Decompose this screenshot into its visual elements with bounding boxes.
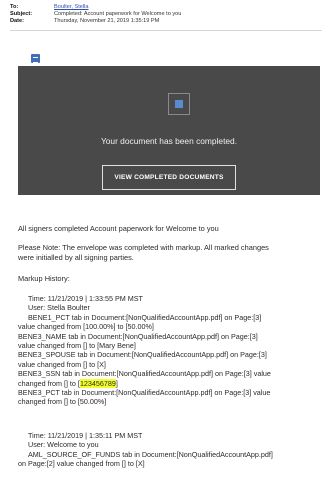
date-row: Date: Thursday, November 21, 2019 1:35:1… <box>10 18 325 25</box>
markup-note: Please Note: The envelope was completed … <box>18 243 328 263</box>
change-line: BENE3_PCT tab in Document:[NonQualifiedA… <box>18 388 271 398</box>
email-header: To: Boulter, Stella Subject: Completed: … <box>10 4 325 26</box>
date-label: Date: <box>10 18 24 25</box>
change-line: value changed from [100.00%] to [50.00%] <box>18 322 154 332</box>
change-line: on Page:[2] value changed from [] to [X] <box>18 459 145 469</box>
change-text: changed from [] to [ <box>18 378 80 388</box>
entry-time: Time: 11/21/2019 | 1:33:55 PM MST <box>28 294 143 303</box>
entry-user: User: Welcome to you <box>28 440 99 450</box>
change-line: value changed from [] to [Mary Bene] <box>18 341 136 351</box>
markup-entry: Time: 11/21/2019 | 1:35:11 PM MST User: … <box>18 431 328 469</box>
entry-user: User: Stella Boulter <box>28 303 90 313</box>
change-line: AML_SOURCE_OF_FUNDS tab in Document:[Non… <box>28 449 273 459</box>
date-value: Thursday, November 21, 2019 1:35:19 PM <box>54 18 160 25</box>
entry-time: Time: 11/21/2019 | 1:35:11 PM MST <box>28 431 143 440</box>
change-line: BENE3_NAME tab in Document:[NonQualified… <box>18 331 258 341</box>
change-line: BENE1_PCT tab in Document:[NonQualifiedA… <box>28 312 262 322</box>
change-text: ] <box>115 378 118 388</box>
subject-label: Subject: <box>10 11 33 18</box>
markup-entry: Time: 11/21/2019 | 1:33:55 PM MST User: … <box>18 294 328 407</box>
header-divider <box>10 30 322 31</box>
document-logo-icon <box>31 54 40 63</box>
subject-value: Completed: Account paperwork for Welcome… <box>54 11 182 18</box>
markup-note-line-1: Please Note: The envelope was completed … <box>18 243 269 252</box>
change-line: BENE3_SPOUSE tab in Document:[NonQualifi… <box>18 350 267 360</box>
view-completed-documents-button[interactable]: VIEW COMPLETED DOCUMENTS <box>102 165 236 190</box>
change-line: changed from [] to [123456789] <box>18 378 328 388</box>
to-row: To: Boulter, Stella <box>10 4 325 11</box>
subject-row: Subject: Completed: Account paperwork fo… <box>10 11 325 18</box>
to-recipient-link[interactable]: Boulter, Stella <box>54 4 89 11</box>
signers-completed-text: All signers completed Account paperwork … <box>18 224 219 233</box>
markup-history-heading: Markup History: <box>18 274 70 283</box>
to-label: To: <box>10 4 19 10</box>
change-line: BENE3_SSN tab in Document:[NonQualifiedA… <box>18 369 271 379</box>
completion-banner: Your document has been completed. VIEW C… <box>18 66 320 195</box>
change-line: value changed from [] to [X] <box>18 359 106 369</box>
highlighted-ssn-value: 123456789 <box>79 378 116 388</box>
completion-message: Your document has been completed. <box>100 136 238 146</box>
document-icon <box>168 93 190 115</box>
change-line: changed from [] to [50.00%] <box>18 397 107 407</box>
markup-note-line-2: were initialled by all signing parties. <box>18 253 134 262</box>
